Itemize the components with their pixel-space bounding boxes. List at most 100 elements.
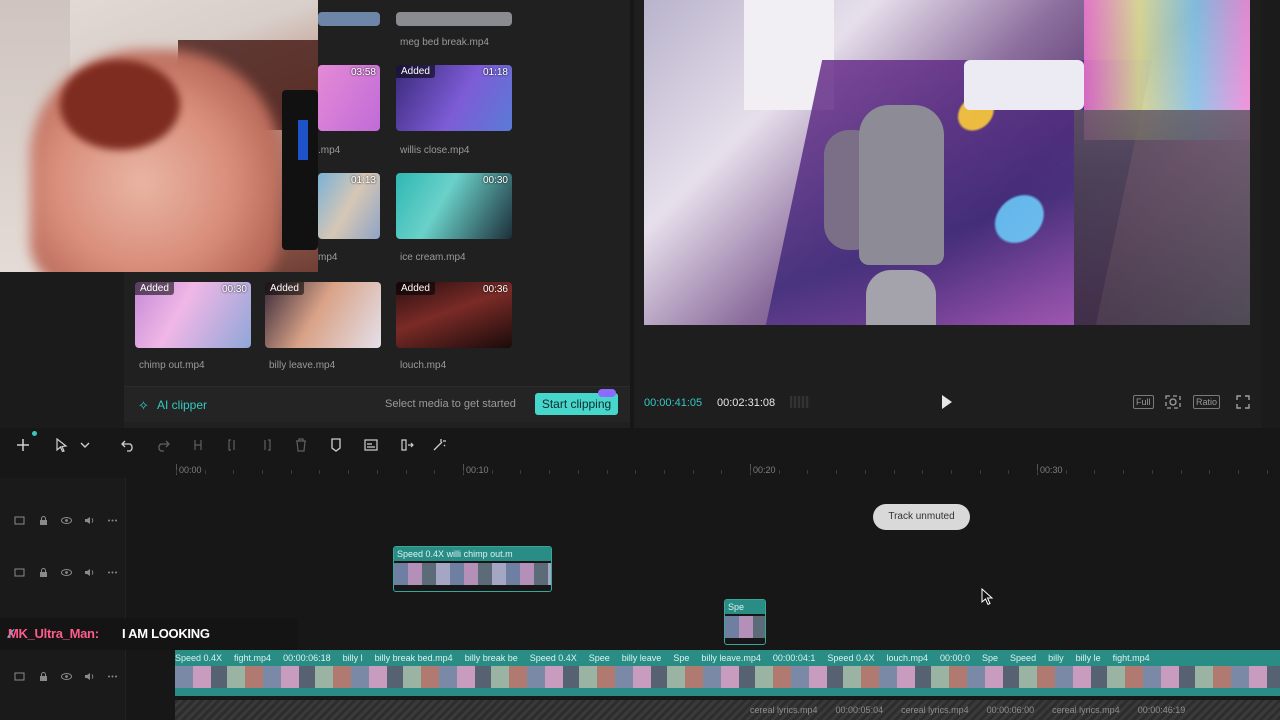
volume-icon[interactable] bbox=[84, 513, 95, 524]
media-thumb[interactable] bbox=[318, 12, 380, 26]
media-name: louch.mp4 bbox=[400, 360, 447, 371]
clip-label: chimp out.m bbox=[463, 549, 513, 559]
overlay-clip[interactable]: Spe bbox=[724, 599, 766, 645]
lock-icon[interactable] bbox=[38, 513, 49, 525]
volume-icon[interactable] bbox=[84, 565, 95, 576]
lock-icon[interactable] bbox=[38, 669, 49, 681]
ruler-tick bbox=[434, 470, 435, 474]
ai-clipper-label[interactable]: AI clipper bbox=[157, 398, 207, 412]
marker-icon[interactable] bbox=[329, 438, 343, 452]
clip-label: billy l bbox=[342, 653, 363, 663]
redo-icon[interactable] bbox=[156, 438, 170, 452]
clip-label: 00:00:06:18 bbox=[283, 653, 331, 663]
fullscreen-icon[interactable] bbox=[1236, 395, 1250, 409]
ruler-tick bbox=[176, 470, 177, 474]
ruler-tick bbox=[894, 470, 895, 474]
added-badge: Added bbox=[396, 282, 435, 295]
media-thumb[interactable]: 03:58 bbox=[318, 65, 380, 131]
clip-label: billy bbox=[1048, 653, 1064, 663]
ruler-tick bbox=[693, 470, 694, 474]
media-name: ice cream.mp4 bbox=[400, 252, 466, 263]
eye-icon[interactable] bbox=[61, 513, 72, 524]
select-pointer-icon[interactable] bbox=[55, 437, 69, 453]
track-controls bbox=[14, 513, 120, 525]
media-duration: 01:13 bbox=[350, 175, 376, 186]
media-thumb[interactable]: Added 01:18 bbox=[396, 65, 512, 131]
media-thumb[interactable]: Added 00:36 bbox=[396, 282, 512, 348]
ruler-tick bbox=[980, 470, 981, 474]
video-preview[interactable] bbox=[644, 0, 1250, 325]
clip-label: billy leave bbox=[621, 653, 662, 663]
media-thumb[interactable]: 01:13 bbox=[318, 173, 380, 239]
trim-right-icon[interactable] bbox=[259, 438, 273, 452]
track-controls bbox=[14, 669, 120, 681]
track-controls bbox=[14, 565, 120, 577]
clip-label: billy break bed.mp4 bbox=[374, 653, 453, 663]
ruler-tick bbox=[1267, 470, 1268, 474]
more-icon[interactable] bbox=[107, 669, 118, 680]
clip-label: Spee bbox=[588, 653, 610, 663]
full-button[interactable]: Full bbox=[1133, 395, 1154, 409]
speed-label: Speed 0.4X bbox=[397, 549, 445, 559]
more-icon[interactable] bbox=[107, 513, 118, 524]
ruler-label: 00:00 bbox=[179, 465, 202, 475]
audio-label: 00:00:46:19 bbox=[1137, 705, 1186, 715]
ratio-button[interactable]: Ratio bbox=[1193, 395, 1221, 409]
media-thumb[interactable]: Added bbox=[265, 282, 381, 348]
volume-icon[interactable] bbox=[84, 669, 95, 680]
lock-icon[interactable] bbox=[38, 565, 49, 577]
ruler-tick bbox=[492, 470, 493, 474]
added-badge: Added bbox=[396, 65, 435, 78]
media-name: meg bed break.mp4 bbox=[400, 37, 489, 48]
clip-label: fight.mp4 bbox=[234, 653, 272, 663]
more-icon[interactable] bbox=[107, 565, 118, 576]
freeze-frame-icon[interactable] bbox=[400, 438, 414, 452]
media-duration: 03:58 bbox=[350, 67, 376, 78]
undo-icon[interactable] bbox=[121, 438, 135, 452]
clip-label: billy leave.mp4 bbox=[701, 653, 761, 663]
media-name: billy leave.mp4 bbox=[269, 360, 336, 371]
track-cover-icon[interactable] bbox=[14, 565, 25, 577]
ruler-tick bbox=[549, 470, 550, 474]
clip-label: fight.mp4 bbox=[1112, 653, 1150, 663]
toast-notification: Track unmuted bbox=[873, 504, 970, 530]
media-thumb[interactable]: 00:30 bbox=[396, 173, 512, 239]
ruler-tick bbox=[406, 470, 407, 474]
clip-label: 00:00:0 bbox=[940, 653, 971, 663]
audio-label: cereal lyrics.mp4 bbox=[750, 705, 818, 715]
speed-label: Spe bbox=[728, 602, 745, 612]
delete-icon[interactable] bbox=[294, 438, 308, 452]
ruler-tick bbox=[721, 470, 722, 474]
magic-edit-icon[interactable] bbox=[432, 438, 446, 452]
media-name: willis close.mp4 bbox=[400, 145, 470, 156]
media-name: mp4 bbox=[318, 252, 338, 263]
ruler-tick bbox=[1209, 470, 1210, 474]
ruler-tick bbox=[779, 470, 780, 474]
free-badge bbox=[598, 389, 616, 397]
media-thumb[interactable] bbox=[396, 12, 512, 26]
play-icon[interactable] bbox=[940, 394, 954, 410]
screenshot-icon[interactable] bbox=[1165, 395, 1181, 409]
clip-label: Spe bbox=[673, 653, 690, 663]
split-icon[interactable] bbox=[191, 438, 205, 452]
clip-label: Speed 0.4X bbox=[827, 653, 875, 663]
ruler-tick bbox=[836, 470, 837, 474]
ruler-tick bbox=[520, 470, 521, 474]
add-icon[interactable] bbox=[16, 438, 30, 452]
media-thumb[interactable]: Added 00:30 bbox=[135, 282, 251, 348]
overlay-clip[interactable]: Speed 0.4X willi chimp out.m bbox=[393, 546, 552, 592]
ruler-tick bbox=[377, 470, 378, 474]
track-cover-icon[interactable] bbox=[14, 669, 25, 681]
eye-icon[interactable] bbox=[61, 565, 72, 576]
trim-left-icon[interactable] bbox=[226, 438, 240, 452]
ruler-tick bbox=[750, 470, 751, 474]
chevron-down-icon[interactable] bbox=[78, 438, 90, 452]
ruler-tick bbox=[262, 470, 263, 474]
track-cover-icon[interactable] bbox=[14, 513, 25, 525]
caption-icon[interactable] bbox=[364, 438, 378, 452]
audio-label: 00:00:06:00 bbox=[986, 705, 1035, 715]
eye-icon[interactable] bbox=[61, 669, 72, 680]
mouse-cursor-icon bbox=[981, 587, 995, 606]
main-video-track[interactable]: Speed 0.4X fight.mp4 00:00:06:18 billy l bil… bbox=[175, 650, 1280, 696]
sparkle-icon: ✧ bbox=[138, 398, 149, 413]
